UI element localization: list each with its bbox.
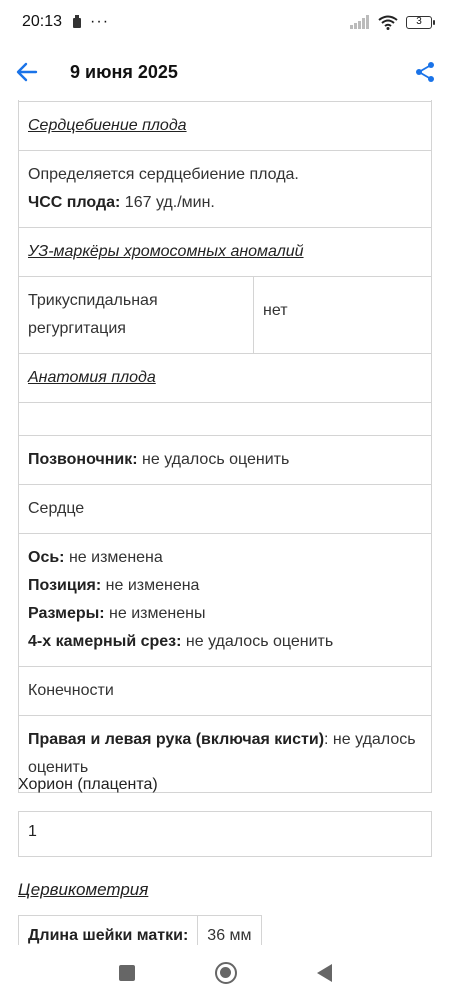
tricuspid-value: нет — [263, 302, 288, 319]
table-row: Конечности — [19, 666, 431, 715]
home-button[interactable] — [214, 961, 237, 984]
home-icon — [220, 967, 231, 978]
table-row: Трикуспидальная регургитация нет — [19, 276, 431, 353]
size-value: не изменены — [104, 605, 206, 622]
position-label: Позиция: — [28, 577, 102, 594]
more-notifications-icon: ··· — [90, 13, 110, 30]
chorion-value: 1 — [18, 811, 432, 857]
table-row — [19, 402, 431, 435]
section-title: УЗ-маркёры хромосомных аномалий — [28, 243, 304, 260]
section-title: Анатомия плода — [28, 369, 156, 386]
page-title: 9 июня 2025 — [70, 61, 178, 82]
status-bar: 20:13 ··· 3 — [0, 0, 450, 44]
notification-icon — [73, 15, 82, 28]
size-label: Размеры: — [28, 605, 105, 622]
four-chamber-value: не удалось оценить — [181, 633, 334, 650]
axis-label: Ось: — [28, 549, 65, 566]
four-chamber-label: 4-х камерный срез: — [28, 633, 182, 650]
cervicometry-title: Цервикометрия — [18, 880, 149, 899]
table-row: Ось: не изменена Позиция: не изменена Ра… — [19, 533, 431, 666]
report-content[interactable]: Сердцебиение плода Определяется сердцеби… — [0, 100, 450, 945]
position-value: не изменена — [101, 577, 200, 594]
back-arrow-icon[interactable] — [16, 61, 38, 83]
axis-value: не изменена — [64, 549, 163, 566]
arms-label: Правая и левая рука (включая кисти) — [28, 731, 325, 748]
limbs-title: Конечности — [28, 682, 114, 699]
section-header-markers: УЗ-маркёры хромосомных аномалий — [19, 227, 431, 276]
share-icon[interactable] — [414, 61, 436, 83]
table-row: Сердце — [19, 484, 431, 533]
hr-label: ЧСС плода: — [28, 194, 121, 211]
tricuspid-label: Трикуспидальная регургитация — [19, 277, 254, 353]
back-button[interactable] — [316, 963, 332, 982]
spine-label: Позвоночник: — [28, 451, 138, 468]
app-bar: 9 июня 2025 — [0, 44, 450, 100]
table-row: Определяется сердцебиение плода. ЧСС пло… — [19, 150, 431, 227]
cervix-length-label: Длина шейки матки: — [19, 916, 199, 945]
status-time: 20:13 — [22, 13, 63, 30]
chorion-label: Хорион (плацента) — [18, 776, 158, 793]
signal-icon — [350, 15, 369, 29]
battery-icon: 3 — [406, 15, 435, 29]
recents-button[interactable] — [118, 964, 135, 981]
section-header-heartbeat: Сердцебиение плода — [19, 101, 431, 150]
cervix-length-value: 36 мм — [207, 927, 252, 944]
cervicometry-table: Длина шейки матки: 36 мм — [18, 915, 262, 945]
heartbeat-text: Определяется сердцебиение плода. — [28, 166, 299, 183]
heart-title: Сердце — [28, 500, 85, 517]
spine-value: не удалось оценить — [137, 451, 290, 468]
section-title: Сердцебиение плода — [28, 117, 187, 134]
findings-table: Сердцебиение плода Определяется сердцеби… — [18, 100, 432, 793]
table-row: Позвоночник: не удалось оценить — [19, 435, 431, 484]
section-header-anatomy: Анатомия плода — [19, 353, 431, 402]
system-nav-bar — [0, 945, 450, 1000]
wifi-icon — [378, 15, 398, 30]
hr-value: 167 уд./мин. — [120, 194, 215, 211]
